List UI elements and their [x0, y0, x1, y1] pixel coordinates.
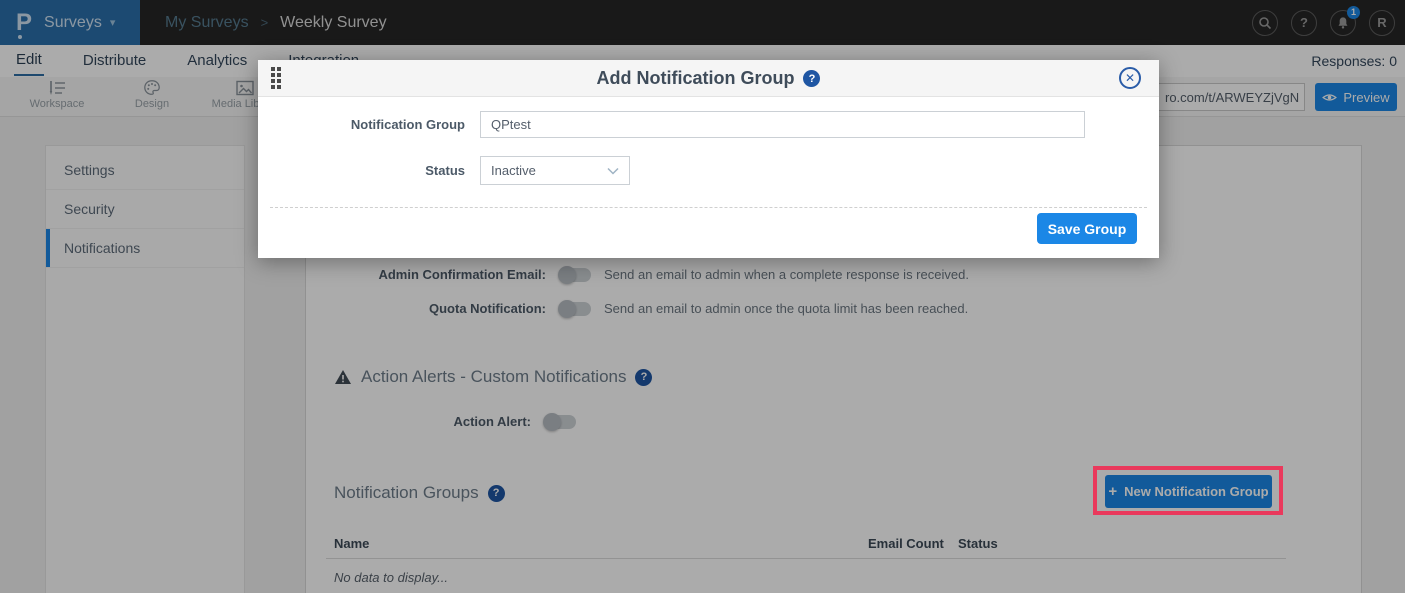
status-field-row: Status Inactive [258, 156, 1159, 185]
notification-group-field-label: Notification Group [258, 117, 465, 132]
questionpro-survey-page: P Surveys ▾ My Surveys > Weekly Survey ? [0, 0, 1405, 593]
save-group-button[interactable]: Save Group [1037, 213, 1137, 244]
modal-help-icon[interactable]: ? [803, 70, 820, 87]
status-select[interactable]: Inactive [480, 156, 630, 185]
notification-group-field-row: Notification Group [258, 111, 1159, 138]
notification-group-input[interactable] [480, 111, 1085, 138]
chevron-down-icon [607, 167, 619, 175]
modal-header: Add Notification Group ? ✕ [258, 60, 1159, 97]
modal-title-wrap: Add Notification Group ? [258, 60, 1159, 97]
highlight-annotation-box [1093, 466, 1283, 515]
close-icon[interactable]: ✕ [1119, 67, 1141, 89]
add-notification-group-modal: Add Notification Group ? ✕ Notification … [258, 60, 1159, 258]
modal-footer-divider [270, 207, 1147, 208]
status-field-label: Status [258, 163, 465, 178]
status-selected-value: Inactive [491, 163, 536, 178]
modal-title: Add Notification Group [597, 68, 795, 89]
